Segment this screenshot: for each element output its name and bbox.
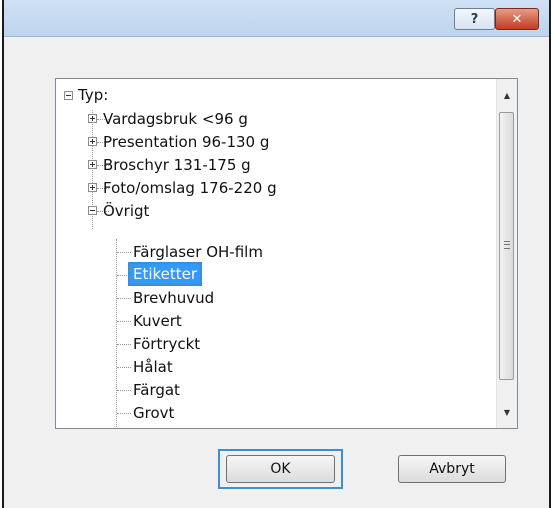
tree-node-grovt[interactable]: Grovt — [133, 402, 174, 424]
ok-button-label: OK — [270, 461, 291, 477]
scroll-up-icon[interactable]: ▲ — [497, 85, 517, 105]
tree-node-vardagsbruk[interactable]: Vardagsbruk <96 g — [103, 108, 248, 130]
expand-icon[interactable] — [88, 114, 97, 123]
scroll-down-icon[interactable]: ▼ — [497, 402, 517, 422]
expand-icon[interactable] — [88, 183, 97, 192]
tree-node-typ[interactable]: Typ: — [78, 84, 108, 106]
tree-node-ovrigt[interactable]: Övrigt — [103, 200, 149, 222]
tree-connector — [117, 321, 131, 322]
tree-node-etiketter-selected[interactable]: Etiketter — [128, 262, 203, 286]
tree-connector — [117, 390, 131, 391]
tree-node-brevhuvud[interactable]: Brevhuvud — [133, 287, 214, 309]
tree-node-fargat[interactable]: Färgat — [133, 379, 180, 401]
tree-node-broschyr[interactable]: Broschyr 131-175 g — [103, 154, 251, 176]
cancel-button-label: Avbryt — [429, 461, 475, 477]
tree-node-farglaser-oh-film[interactable]: Färglaser OH-film — [133, 241, 263, 263]
collapse-icon[interactable] — [88, 206, 97, 215]
help-button[interactable]: ? — [454, 8, 495, 30]
dialog-window: ? ✕ Typ: Vardagsbruk <96 g Presentation … — [2, 0, 551, 508]
tree-connector — [117, 298, 131, 299]
close-icon: ✕ — [511, 11, 523, 27]
close-button[interactable]: ✕ — [495, 8, 539, 30]
tree-node-fortryckt[interactable]: Förtryckt — [133, 333, 200, 355]
tree-connector — [116, 239, 117, 428]
tree-connector — [117, 344, 131, 345]
tree-node-kuvert[interactable]: Kuvert — [133, 310, 182, 332]
help-icon: ? — [470, 11, 479, 27]
ok-button[interactable]: OK — [226, 455, 335, 483]
grip-icon — [504, 241, 510, 249]
scroll-thumb[interactable] — [499, 112, 514, 380]
tree-node-presentation[interactable]: Presentation 96-130 g — [103, 131, 269, 153]
tree-node-foto-omslag[interactable]: Foto/omslag 176-220 g — [103, 177, 277, 199]
collapse-icon[interactable] — [64, 91, 73, 100]
tree-connector — [117, 413, 131, 414]
paper-type-tree[interactable]: Typ: Vardagsbruk <96 g Presentation 96-1… — [55, 78, 518, 429]
tree-connector — [117, 367, 131, 368]
expand-icon[interactable] — [88, 137, 97, 146]
vertical-scrollbar[interactable]: ▲ ▼ — [496, 79, 517, 428]
cancel-button[interactable]: Avbryt — [398, 455, 506, 483]
title-bar: ? ✕ — [4, 0, 549, 37]
expand-icon[interactable] — [88, 160, 97, 169]
tree-connector — [117, 252, 131, 253]
tree-node-halat[interactable]: Hålat — [133, 356, 173, 378]
